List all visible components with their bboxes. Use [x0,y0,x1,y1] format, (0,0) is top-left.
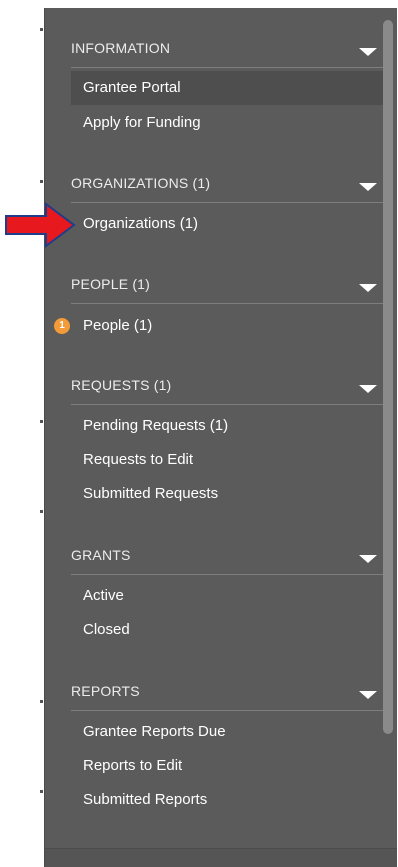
left-margin [0,0,44,867]
sidebar-item-active[interactable]: Active [45,579,383,613]
sidebar-nav: INFORMATION Grantee Portal Apply for Fun… [44,8,397,867]
section-header-requests[interactable]: REQUESTS (1) [71,371,383,405]
caret-down-icon[interactable] [359,284,377,292]
sidebar-item-grantee-portal[interactable]: Grantee Portal [71,71,383,105]
margin-tick [40,180,43,183]
red-arrow-shape [5,202,76,248]
sidebar-footer [45,848,397,867]
sidebar-item-organizations[interactable]: Organizations (1) [45,207,383,241]
red-arrow-icon [5,202,76,248]
section-header-people[interactable]: PEOPLE (1) [71,270,383,304]
margin-tick [40,790,43,793]
section-header-information[interactable]: INFORMATION [71,34,383,68]
caret-down-icon[interactable] [359,555,377,563]
sidebar-item-pending-requests[interactable]: Pending Requests (1) [45,409,383,443]
sidebar-item-label: People (1) [83,317,153,334]
sidebar-item-grantee-reports-due[interactable]: Grantee Reports Due [45,715,383,749]
sidebar-item-submitted-requests[interactable]: Submitted Requests [45,477,383,511]
caret-down-icon[interactable] [359,183,377,191]
section-header-reports[interactable]: REPORTS [71,677,383,711]
sidebar-item-reports-to-edit[interactable]: Reports to Edit [45,749,383,783]
notification-badge: 1 [54,318,70,334]
margin-tick [40,420,43,423]
margin-tick [40,510,43,513]
section-title: GRANTS [71,547,131,563]
sidebar-item-apply-for-funding[interactable]: Apply for Funding [45,106,383,140]
margin-tick [40,700,43,703]
page: INFORMATION Grantee Portal Apply for Fun… [0,0,398,867]
section-title: INFORMATION [71,40,171,56]
section-title: REPORTS [71,683,140,699]
section-title: PEOPLE (1) [71,276,151,292]
caret-down-icon[interactable] [359,48,377,56]
sidebar-scrollbar[interactable] [383,20,393,734]
caret-down-icon[interactable] [359,691,377,699]
sidebar-item-people[interactable]: 1 People (1) [45,309,383,343]
margin-tick [40,28,43,31]
section-title: REQUESTS (1) [71,377,172,393]
section-title: ORGANIZATIONS (1) [71,175,211,191]
caret-down-icon[interactable] [359,385,377,393]
sidebar-item-submitted-reports[interactable]: Submitted Reports [45,783,383,817]
sidebar-item-closed[interactable]: Closed [45,613,383,647]
section-header-grants[interactable]: GRANTS [71,541,383,575]
section-header-organizations[interactable]: ORGANIZATIONS (1) [71,169,383,203]
sidebar-item-requests-to-edit[interactable]: Requests to Edit [45,443,383,477]
